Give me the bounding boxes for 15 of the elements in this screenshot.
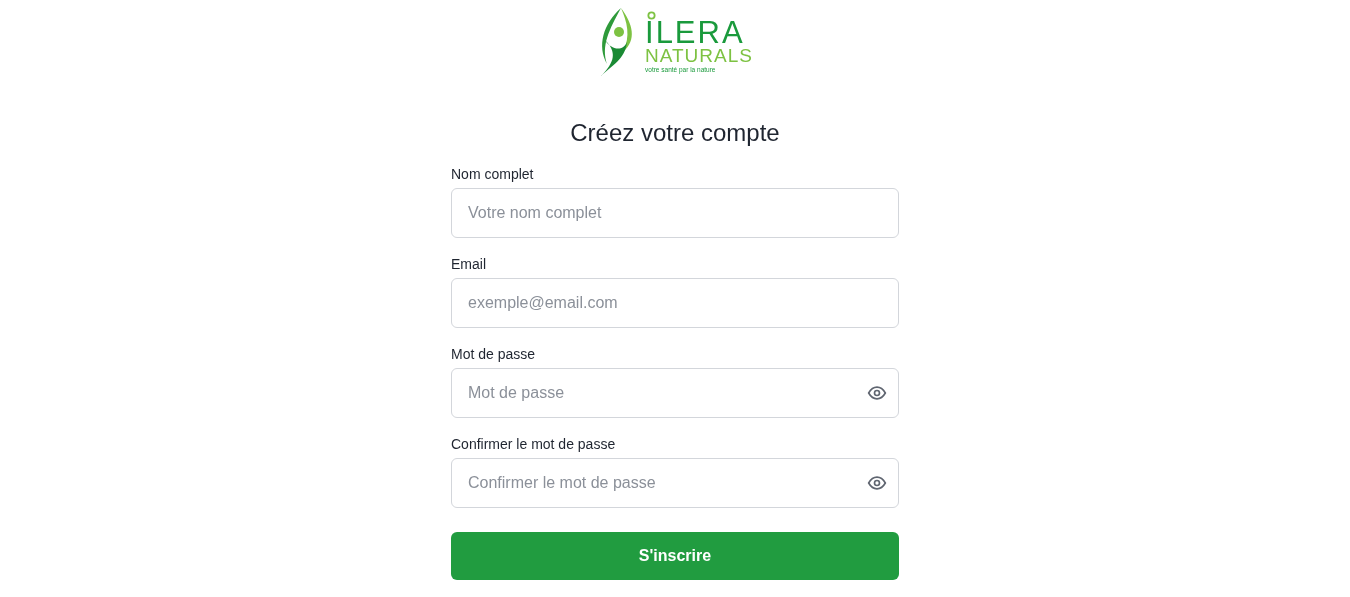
page-title: Créez votre compte bbox=[570, 118, 780, 148]
logo-subtitle: NATURALS bbox=[645, 45, 753, 66]
input-field[interactable]: Mot de passe bbox=[451, 368, 899, 418]
input-field[interactable]: exemple@email.com bbox=[451, 278, 899, 328]
ring-icon bbox=[647, 10, 656, 20]
input-field[interactable]: Votre nom complet bbox=[451, 188, 899, 238]
field-label: Mot de passe bbox=[451, 345, 537, 364]
eye-icon[interactable] bbox=[867, 383, 887, 403]
field-label: Nom complet bbox=[451, 165, 535, 184]
input-field[interactable]: Confirmer le mot de passe bbox=[451, 458, 899, 508]
logo-name: ILERA bbox=[645, 19, 745, 46]
eye-icon[interactable] bbox=[867, 473, 887, 493]
signup-button[interactable]: S'inscrire bbox=[451, 532, 899, 580]
field-label: Confirmer le mot de passe bbox=[451, 435, 617, 454]
field-label: Email bbox=[451, 255, 487, 274]
